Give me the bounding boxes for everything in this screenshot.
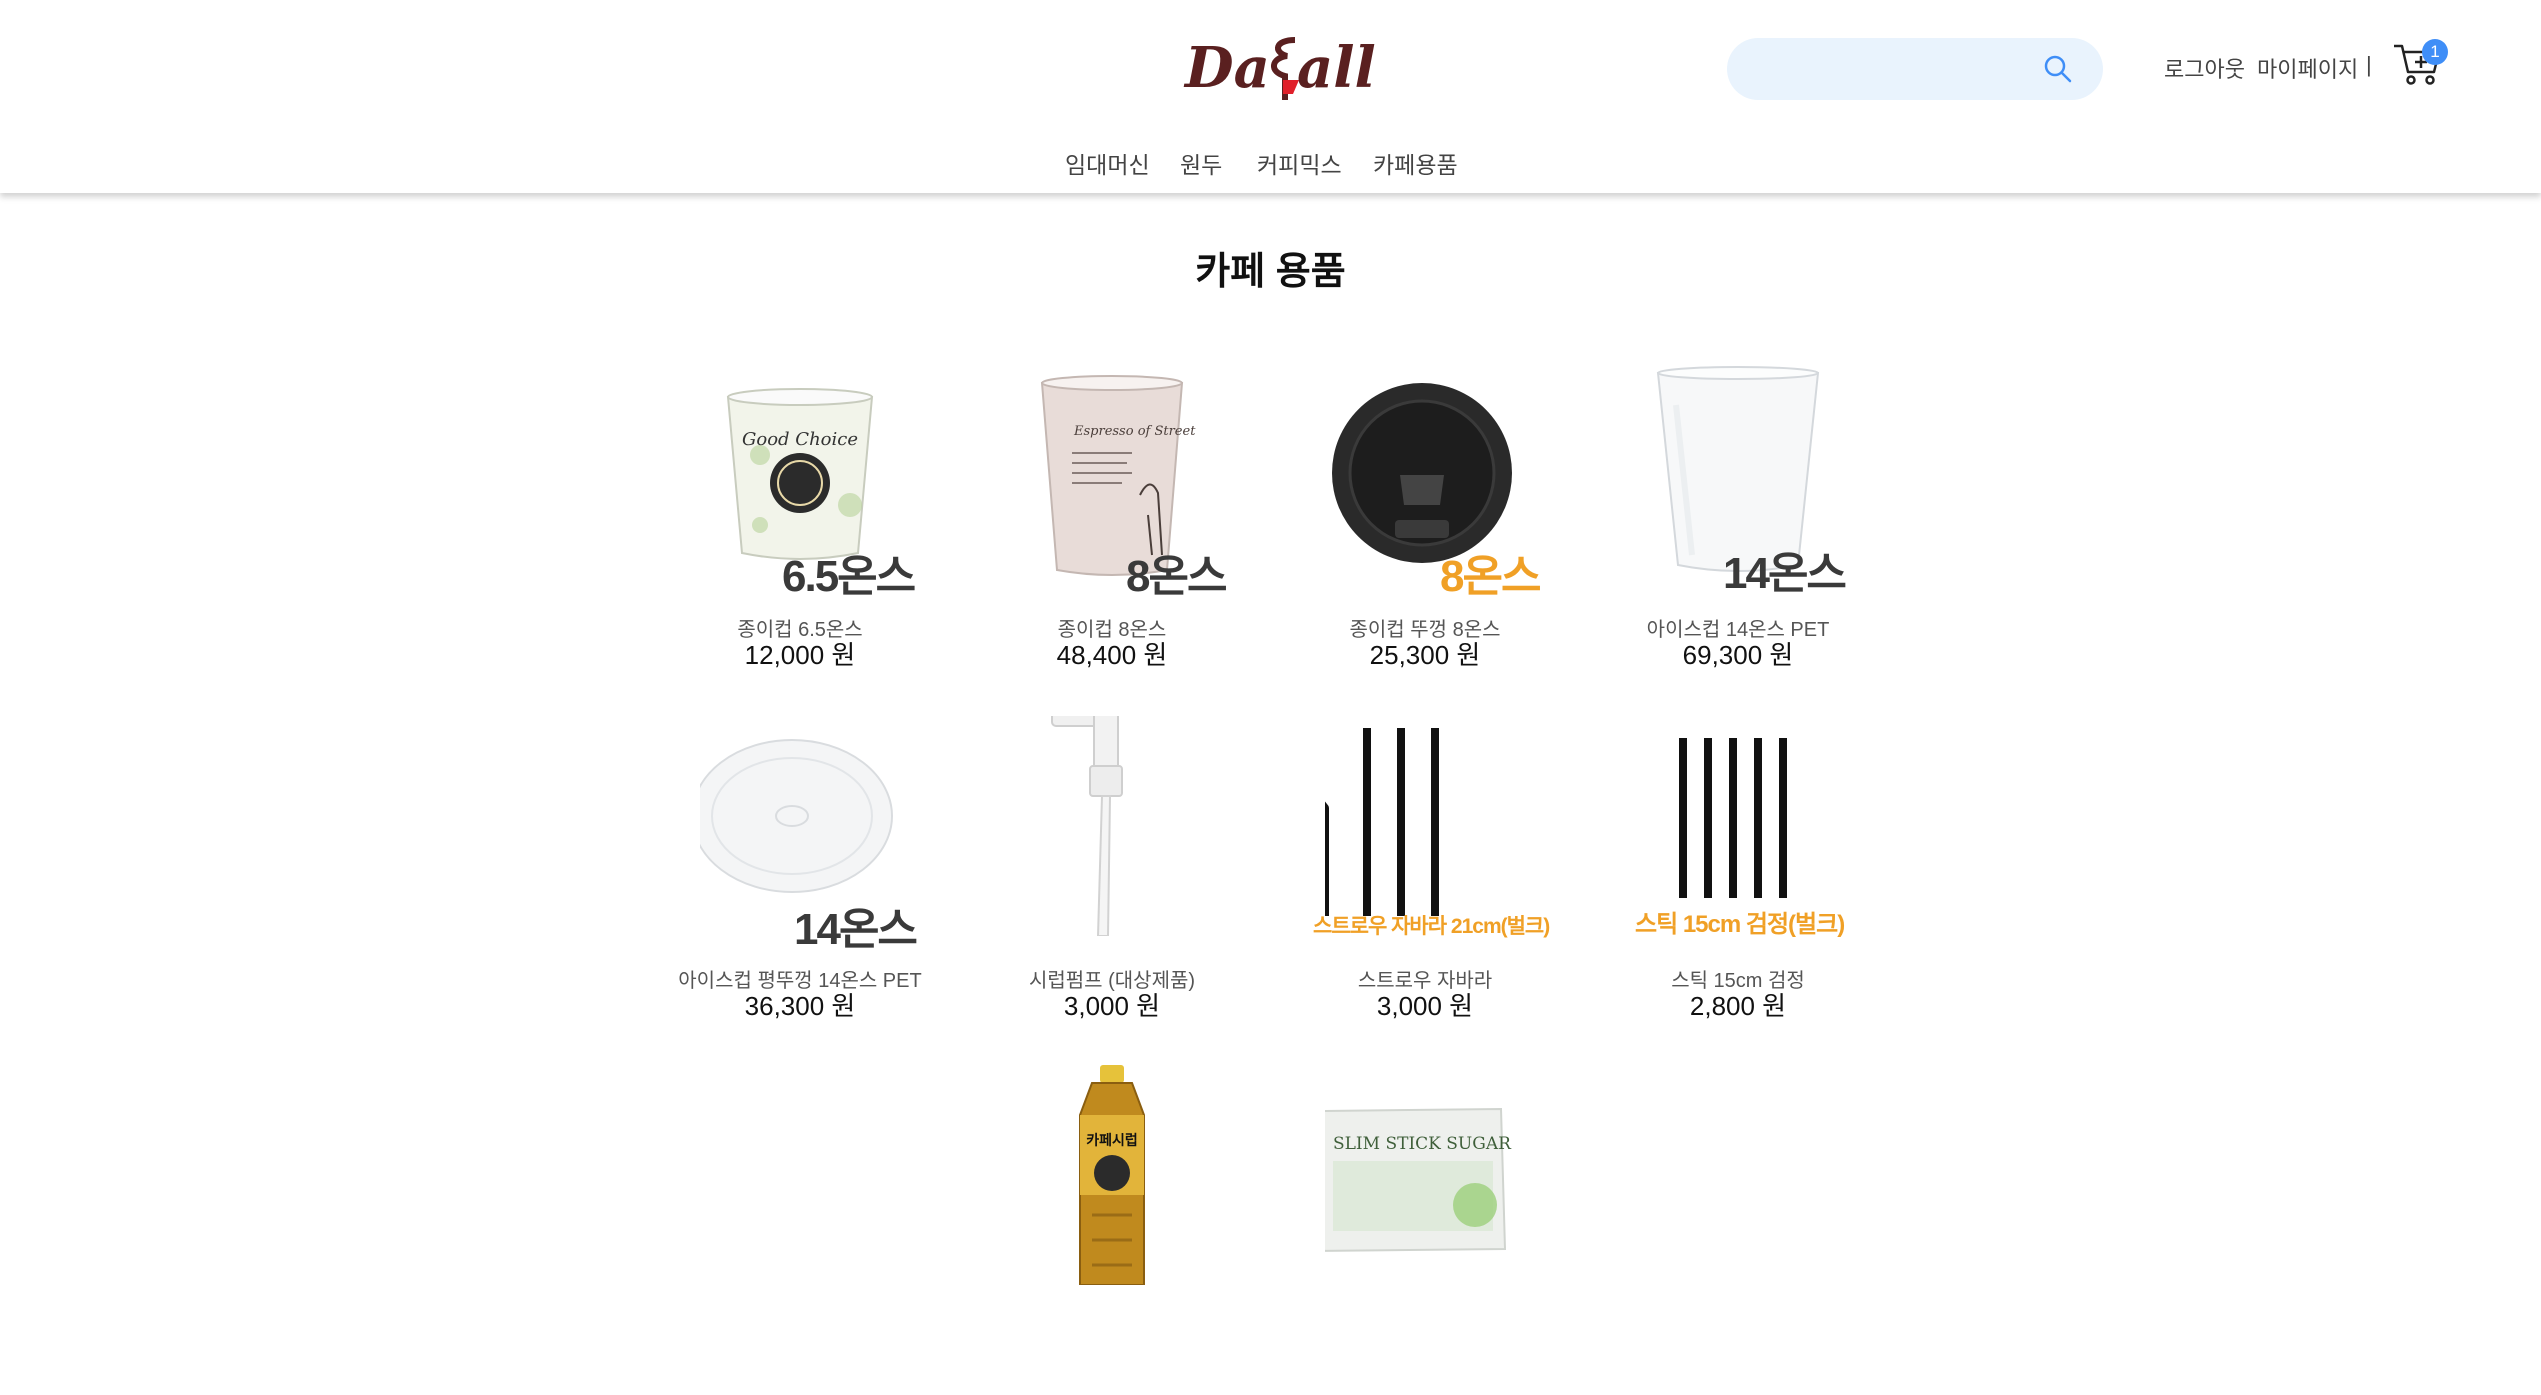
nav-item-coffeemix[interactable]: 커피믹스 xyxy=(1257,146,1342,180)
product-card-stick-15cm-black[interactable]: 스틱 15cm 검정(벌크) 스틱 15cm 검정 2,800 원 xyxy=(1588,716,1888,1046)
cart-count-badge: 1 xyxy=(2422,39,2448,65)
product-overlay-text: 스틱 15cm 검정(벌크) xyxy=(1635,911,1845,938)
straws-image xyxy=(1325,728,1439,916)
product-card-ice-cup-14oz[interactable]: 14온스 아이스컵 14온스 PET 69,300 원 xyxy=(1588,365,1888,695)
product-price: 3,000 원 xyxy=(1376,991,1474,1021)
product-price: 12,000 원 xyxy=(744,640,856,670)
product-overlay-text: 14온스 xyxy=(794,905,918,954)
product-overlay-text: 6.5온스 xyxy=(782,552,916,601)
product-overlay-text: 8온스 xyxy=(1440,552,1541,601)
product-overlay-text: 14온스 xyxy=(1723,549,1847,598)
product-price: 2,800 원 xyxy=(1689,991,1787,1021)
product-card-paper-cup-8oz[interactable]: Espresso of Street 8온스 종이컵 8온스 48,400 원 xyxy=(962,365,1262,695)
page-title: 카페 용품 xyxy=(1195,251,1346,293)
nav-item-cafe-supplies[interactable]: 카페용품 xyxy=(1373,146,1458,180)
sugar-pack-image: SLIM STICK SUGAR xyxy=(1325,1107,1512,1252)
product-card-cup-lid-8oz[interactable]: 8온스 종이컵 뚜껑 8온스 25,300 원 xyxy=(1275,365,1575,695)
search-box[interactable] xyxy=(1727,38,2103,100)
logo-text-left: Da xyxy=(1185,35,1270,101)
logo-mark-icon xyxy=(1271,37,1299,100)
mypage-link[interactable]: 마이페이지 xyxy=(2257,52,2358,84)
product-card-slim-stick-sugar[interactable]: SLIM STICK SUGAR xyxy=(1275,1065,1575,1395)
header-separator: | xyxy=(2366,52,2372,77)
logout-link[interactable]: 로그아웃 xyxy=(2164,52,2245,84)
logo-text-right: all xyxy=(1297,35,1376,101)
product-price: 3,000 원 xyxy=(1063,991,1161,1021)
svg-text:Good Choice: Good Choice xyxy=(742,429,858,450)
stirring-sticks-image xyxy=(1679,738,1787,898)
site-logo[interactable]: Da all xyxy=(1185,28,1376,108)
product-overlay-text: 8온스 xyxy=(1126,552,1227,601)
search-input[interactable] xyxy=(1751,50,2035,90)
product-overlay-text: 스트로우 자바라 21cm(벌크) xyxy=(1313,915,1550,938)
site-header: Da all 로그아웃 마이페이지 | 1 임대머신 원두 커피믹스 카페용품 xyxy=(0,0,2541,193)
product-price: 25,300 원 xyxy=(1369,640,1481,670)
search-icon[interactable] xyxy=(2043,54,2073,84)
product-price: 69,300 원 xyxy=(1682,640,1794,670)
product-price: 36,300 원 xyxy=(744,991,856,1021)
svg-text:SLIM STICK SUGAR: SLIM STICK SUGAR xyxy=(1333,1134,1512,1154)
product-card-syrup-pump[interactable]: 시럽펌프 (대상제품) 3,000 원 xyxy=(962,716,1262,1046)
product-card-cafe-syrup[interactable]: 카페시럽 xyxy=(962,1065,1262,1395)
product-card-straw-bendable[interactable]: 스트로우 자바라 21cm(벌크) 스트로우 자바라 3,000 원 xyxy=(1275,716,1575,1046)
product-card-paper-cup-6-5oz[interactable]: Good Choice 6.5온스 종이컵 6.5온스 12,000 원 xyxy=(650,365,950,695)
svg-text:Espresso of Street: Espresso of Street xyxy=(1073,424,1196,439)
nav-item-beans[interactable]: 원두 xyxy=(1180,146,1222,180)
syrup-bottle-image: 카페시럽 xyxy=(1079,1065,1145,1285)
nav-item-rental[interactable]: 임대머신 xyxy=(1065,146,1150,180)
product-card-ice-cup-flat-lid-14oz[interactable]: 14온스 아이스컵 평뚜껑 14온스 PET 36,300 원 xyxy=(650,716,950,1046)
product-price: 48,400 원 xyxy=(1056,640,1168,670)
svg-text:카페시럽: 카페시럽 xyxy=(1086,1133,1138,1149)
syrup-pump-image xyxy=(1051,716,1123,936)
